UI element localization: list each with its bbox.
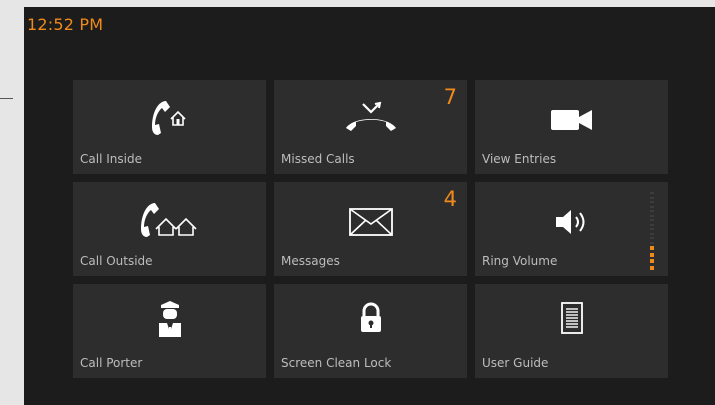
- tile-label: Call Outside: [80, 254, 153, 268]
- tile-label: Ring Volume: [482, 254, 558, 268]
- intercom-screen: 12:52 PM Call Inside 7 Missed Calls View…: [24, 7, 715, 405]
- user-guide-button[interactable]: User Guide: [475, 284, 668, 378]
- volume-segment: [650, 196, 654, 199]
- lock-icon: [358, 302, 384, 334]
- tile-label: Messages: [281, 254, 340, 268]
- clock-time: 12:52 PM: [27, 15, 104, 34]
- missed-calls-button[interactable]: 7 Missed Calls: [274, 80, 467, 174]
- document-icon: [560, 301, 584, 335]
- divider-line: [0, 98, 13, 99]
- volume-segment: [650, 228, 654, 231]
- tile-label: User Guide: [482, 356, 549, 370]
- phone-home-icon: [146, 97, 194, 137]
- tile-label: Call Porter: [80, 356, 143, 370]
- ring-volume-button[interactable]: Ring Volume: [475, 182, 668, 276]
- phone-houses-icon: [135, 199, 205, 239]
- volume-segment: [650, 223, 654, 226]
- missed-call-icon: [344, 100, 398, 134]
- volume-segment: [650, 237, 654, 240]
- call-outside-button[interactable]: Call Outside: [73, 182, 266, 276]
- messages-count: 4: [443, 187, 457, 211]
- volume-segment: [650, 265, 654, 270]
- volume-segment: [650, 259, 654, 264]
- view-entries-button[interactable]: View Entries: [475, 80, 668, 174]
- tile-label: Missed Calls: [281, 152, 355, 166]
- tile-label: Call Inside: [80, 152, 142, 166]
- volume-segment: [650, 205, 654, 208]
- speaker-icon: [552, 206, 592, 238]
- call-inside-button[interactable]: Call Inside: [73, 80, 266, 174]
- volume-segment: [650, 252, 654, 257]
- volume-segment: [650, 210, 654, 213]
- volume-segment: [650, 192, 654, 194]
- volume-segment: [650, 246, 654, 251]
- volume-segment: [650, 201, 654, 204]
- tile-label: View Entries: [482, 152, 557, 166]
- porter-icon: [155, 299, 185, 339]
- menu-grid: Call Inside 7 Missed Calls View Entries …: [73, 80, 668, 378]
- call-porter-button[interactable]: Call Porter: [73, 284, 266, 378]
- video-camera-icon: [549, 108, 595, 132]
- screen-clean-lock-button[interactable]: Screen Clean Lock: [274, 284, 467, 378]
- volume-segment: [650, 241, 654, 244]
- envelope-icon: [348, 207, 394, 237]
- volume-segment: [650, 214, 654, 217]
- messages-button[interactable]: 4 Messages: [274, 182, 467, 276]
- missed-calls-count: 7: [443, 85, 457, 109]
- ring-volume-meter: [650, 192, 654, 270]
- volume-segment: [650, 232, 654, 235]
- tile-label: Screen Clean Lock: [281, 356, 392, 370]
- volume-segment: [650, 219, 654, 222]
